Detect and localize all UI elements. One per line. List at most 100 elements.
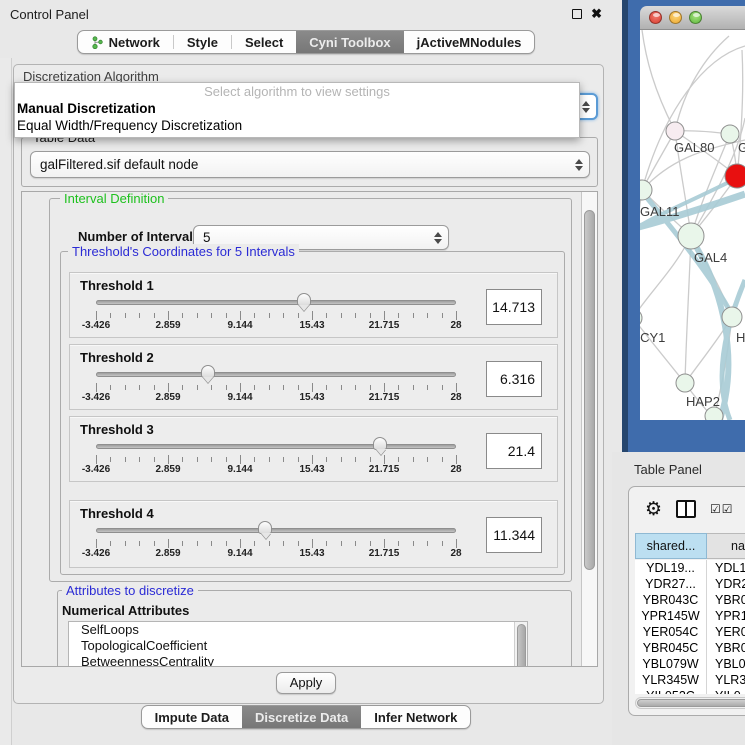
network-node-h[interactable] xyxy=(722,307,742,327)
tab-cyni-toolbox[interactable]: Cyni Toolbox xyxy=(296,31,403,53)
tick-mark xyxy=(398,457,399,462)
network-node-n9[interactable] xyxy=(705,407,723,420)
threshold-2-slider[interactable]: -3.4262.8599.14415.4321.71528 xyxy=(96,345,456,411)
popup-option-equal-width-frequency[interactable]: Equal Width/Frequency Discretization xyxy=(15,117,579,134)
table-row[interactable]: YBR043CYBR0 xyxy=(635,592,745,608)
network-node-red[interactable] xyxy=(725,164,745,188)
threshold-1-slider[interactable]: -3.4262.8599.14415.4321.71528 xyxy=(96,273,456,339)
tick-mark xyxy=(283,313,284,318)
threshold-1-value[interactable]: 14.713 xyxy=(486,289,542,325)
network-node-gal4[interactable] xyxy=(678,223,704,249)
slider-track[interactable] xyxy=(96,300,456,305)
table-row[interactable]: YDL19...YDL1 xyxy=(635,560,745,576)
float-window-icon[interactable] xyxy=(572,9,582,19)
tick-mark xyxy=(298,313,299,318)
table-cell-shared-name[interactable]: YBL079W xyxy=(635,656,707,672)
table-header-name[interactable]: name xyxy=(707,533,745,559)
slider-track[interactable] xyxy=(96,444,456,449)
network-node-gal11[interactable] xyxy=(640,180,652,200)
slider-thumb[interactable] xyxy=(201,365,215,378)
tick-label: 15.43 xyxy=(299,464,324,475)
network-node-gal80[interactable] xyxy=(666,122,684,140)
checkbox-icons[interactable]: ☑☑ xyxy=(710,502,734,516)
combobox-stepper-icon xyxy=(575,159,583,171)
tick-label: 9.144 xyxy=(227,320,252,331)
tab-discretize-data[interactable]: Discretize Data xyxy=(242,706,361,728)
tab-network[interactable]: Network xyxy=(78,31,173,53)
table-row[interactable]: YBR045CYBR0 xyxy=(635,640,745,656)
zoom-button[interactable] xyxy=(689,11,702,24)
table-cell-name[interactable]: YIL0 xyxy=(707,688,745,694)
tick-mark xyxy=(168,383,169,392)
table-row[interactable]: YPR145WYPR1 xyxy=(635,608,745,624)
table-cell-name[interactable]: YPR1 xyxy=(707,608,745,624)
tab-infer-network[interactable]: Infer Network xyxy=(361,706,470,728)
slider-thumb[interactable] xyxy=(297,293,311,306)
slider-thumb[interactable] xyxy=(373,437,387,450)
tab-style[interactable]: Style xyxy=(174,31,231,53)
threshold-2-value[interactable]: 6.316 xyxy=(486,361,542,397)
table-row[interactable]: YLR345WYLR3 xyxy=(635,672,745,688)
split-columns-icon[interactable] xyxy=(676,500,696,518)
tab-select[interactable]: Select xyxy=(232,31,296,53)
viewport-scrollbar[interactable] xyxy=(581,192,597,666)
network-node-hap2[interactable] xyxy=(676,374,694,392)
tab-impute-data[interactable]: Impute Data xyxy=(142,706,242,728)
table-cell-shared-name[interactable]: YBR043C xyxy=(635,592,707,608)
scrollbar-thumb[interactable] xyxy=(637,699,745,707)
table-cell-shared-name[interactable]: YLR345W xyxy=(635,672,707,688)
minimize-button[interactable] xyxy=(669,11,682,24)
scrollbar-thumb[interactable] xyxy=(584,210,595,570)
table-cell-shared-name[interactable]: YER054C xyxy=(635,624,707,640)
table-row[interactable]: YIL052CYIL0 xyxy=(635,688,745,694)
tab-jactivemnodules[interactable]: jActiveMNodules xyxy=(404,31,535,53)
table-row[interactable]: YBL079WYBL0 xyxy=(635,656,745,672)
network-node-label: GCY1 xyxy=(640,330,665,345)
slider-track[interactable] xyxy=(96,372,456,377)
threshold-3-slider[interactable]: -3.4262.8599.14415.4321.71528 xyxy=(96,417,456,483)
table-cell-name[interactable]: YDR2 xyxy=(707,576,745,592)
slider-track[interactable] xyxy=(96,528,456,533)
list-scrollbar[interactable] xyxy=(514,622,527,667)
tick-mark xyxy=(427,541,428,546)
table-cell-name[interactable]: YER0 xyxy=(707,624,745,640)
table-cell-shared-name[interactable]: YIL052C xyxy=(635,688,707,694)
table-body[interactable]: YDL19...YDL1YDR27...YDR2YBR043CYBR0YPR14… xyxy=(635,560,745,694)
table-cell-shared-name[interactable]: YPR145W xyxy=(635,608,707,624)
table-row[interactable]: YDR27...YDR2 xyxy=(635,576,745,592)
threshold-4-value[interactable]: 11.344 xyxy=(486,517,542,553)
attribute-list-item[interactable]: BetweennessCentrality xyxy=(69,654,527,667)
close-button[interactable] xyxy=(649,11,662,24)
popup-option-manual-discretization[interactable]: Manual Discretization xyxy=(15,100,579,117)
table-header-shared[interactable]: shared... xyxy=(635,533,707,559)
table-data-combobox[interactable]: galFiltered.sif default node xyxy=(30,151,590,178)
attribute-list-item[interactable]: SelfLoops xyxy=(69,622,527,638)
popup-placeholder: Select algorithm to view settings xyxy=(15,83,579,100)
table-cell-shared-name[interactable]: YDL19... xyxy=(635,560,707,576)
network-node-gcy1[interactable] xyxy=(640,309,642,327)
table-cell-name[interactable]: YDL1 xyxy=(707,560,745,576)
attribute-list-item[interactable]: TopologicalCoefficient xyxy=(69,638,527,654)
threshold-3-value[interactable]: 21.4 xyxy=(486,433,542,469)
table-row[interactable]: YER054CYER0 xyxy=(635,624,745,640)
gear-icon[interactable]: ⚙ xyxy=(645,499,662,519)
table-cell-name[interactable]: YBR0 xyxy=(707,592,745,608)
tick-mark xyxy=(125,457,126,462)
table-horizontal-scrollbar[interactable] xyxy=(635,697,745,709)
scrollbar-thumb[interactable] xyxy=(517,624,526,667)
table-cell-shared-name[interactable]: YDR27... xyxy=(635,576,707,592)
numerical-attributes-list[interactable]: SelfLoopsTopologicalCoefficientBetweenne… xyxy=(68,621,528,667)
close-icon[interactable]: ✖ xyxy=(591,9,602,19)
apply-button[interactable]: Apply xyxy=(276,672,336,694)
network-window-titlebar[interactable] xyxy=(640,6,745,30)
table-cell-name[interactable]: YBR0 xyxy=(707,640,745,656)
table-cell-name[interactable]: YLR3 xyxy=(707,672,745,688)
tick-mark xyxy=(355,385,356,390)
network-node-ga[interactable] xyxy=(721,125,739,143)
table-cell-shared-name[interactable]: YBR045C xyxy=(635,640,707,656)
control-panel-title: Control Panel xyxy=(10,7,89,22)
threshold-4-slider[interactable]: -3.4262.8599.14415.4321.71528 xyxy=(96,501,456,567)
slider-thumb[interactable] xyxy=(258,521,272,534)
table-cell-name[interactable]: YBL0 xyxy=(707,656,745,672)
network-canvas[interactable]: GAL80GAGAL11GAL4GCY1HHAP2 xyxy=(640,30,745,420)
